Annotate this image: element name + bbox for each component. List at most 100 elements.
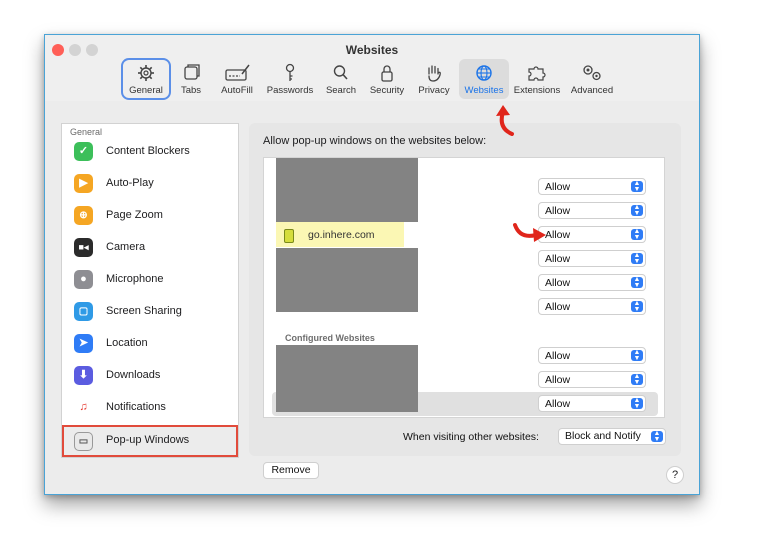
chevron-updown-icon: ▲ ▼ xyxy=(651,430,663,443)
toolbar-extensions[interactable]: Extensions xyxy=(512,59,562,99)
permission-value: Allow xyxy=(545,277,571,289)
toolbar-label: AutoFill xyxy=(221,85,253,96)
toolbar-label: Tabs xyxy=(180,85,202,96)
search-icon xyxy=(333,65,348,80)
sidebar-item-pop-up-windows[interactable]: ▭ Pop-up Windows xyxy=(62,425,238,457)
chevron-updown-icon: ▲ ▼ xyxy=(631,252,643,265)
website-row[interactable]: go.inhere.com Allow ▲ ▼ xyxy=(264,222,664,247)
camera-icon: ■◂ xyxy=(74,238,93,257)
sidebar-item-microphone[interactable]: ● Microphone xyxy=(62,265,238,295)
site-name: go.inhere.com xyxy=(308,229,375,241)
toolbar-tabs[interactable]: Tabs xyxy=(173,59,209,99)
sidebar-item-label: Pop-up Windows xyxy=(106,434,190,446)
toolbar-security[interactable]: Security xyxy=(366,59,408,99)
panel-heading: Allow pop-up windows on the websites bel… xyxy=(263,135,487,147)
help-button[interactable]: ? xyxy=(666,466,684,484)
permission-value: Allow xyxy=(545,253,571,265)
lock-icon xyxy=(381,65,393,82)
other-websites-select[interactable]: Block and Notify ▲ ▼ xyxy=(558,428,666,445)
sidebar-item-camera[interactable]: ■◂ Camera xyxy=(62,233,238,263)
permission-select[interactable]: Allow ▲ ▼ xyxy=(538,250,646,267)
titlebar: Websites General Tabs AutoFill Passwords… xyxy=(45,35,699,101)
sidebar: General ✓ Content Blockers ▶ Auto-Play ⊕… xyxy=(61,123,239,458)
sidebar-item-label: Page Zoom xyxy=(106,209,163,221)
permission-select[interactable]: Allow ▲ ▼ xyxy=(538,371,646,388)
permission-select[interactable]: Allow ▲ ▼ xyxy=(538,298,646,315)
permission-select[interactable]: Allow ▲ ▼ xyxy=(538,274,646,291)
key-icon xyxy=(285,63,295,81)
globe-icon xyxy=(476,65,492,81)
microphone-icon: ● xyxy=(74,270,93,289)
permission-select[interactable]: Allow ▲ ▼ xyxy=(538,178,646,195)
toolbar-passwords[interactable]: Passwords xyxy=(264,59,316,99)
permission-select[interactable]: Allow ▲ ▼ xyxy=(538,395,646,412)
sidebar-item-content-blockers[interactable]: ✓ Content Blockers xyxy=(62,137,238,167)
toolbar-general[interactable]: General xyxy=(121,58,171,100)
permission-value: Allow xyxy=(545,181,571,193)
download-icon: ⬇ xyxy=(74,366,93,385)
permission-select[interactable]: Allow ▲ ▼ xyxy=(538,202,646,219)
redaction-block xyxy=(276,345,418,412)
websites-list: Allow ▲ ▼ Allow ▲ ▼ go.inhere.com Allow ▲ ▼ xyxy=(263,157,665,418)
configured-websites-title: Configured Websites xyxy=(285,333,375,343)
sidebar-item-notifications[interactable]: ♫ Notifications xyxy=(62,393,238,423)
sidebar-item-label: Microphone xyxy=(106,273,164,285)
sidebar-item-downloads[interactable]: ⬇ Downloads xyxy=(62,361,238,391)
sidebar-item-label: Auto-Play xyxy=(106,177,154,189)
permission-value: Allow xyxy=(545,350,571,362)
gear-icon xyxy=(138,65,154,81)
other-websites-label: When visiting other websites: xyxy=(403,431,539,443)
chevron-updown-icon: ▲ ▼ xyxy=(631,276,643,289)
toolbar-label: Extensions xyxy=(513,85,561,96)
main-panel: Allow pop-up windows on the websites bel… xyxy=(249,123,681,479)
sidebar-item-page-zoom[interactable]: ⊕ Page Zoom xyxy=(62,201,238,231)
bell-icon: ♫ xyxy=(74,398,93,417)
chevron-updown-icon: ▲ ▼ xyxy=(631,180,643,193)
chevron-updown-icon: ▲ ▼ xyxy=(631,397,643,410)
toolbar-privacy[interactable]: Privacy xyxy=(414,59,454,99)
redaction-block xyxy=(276,158,418,222)
sidebar-item-label: Notifications xyxy=(106,401,166,413)
annotation-arrow-icon xyxy=(513,223,546,242)
permission-value: Allow xyxy=(545,205,571,217)
sidebar-item-location[interactable]: ➤ Location xyxy=(62,329,238,359)
chevron-updown-icon: ▲ ▼ xyxy=(631,300,643,313)
puzzle-icon xyxy=(528,66,546,81)
preferences-window: Websites General Tabs AutoFill Passwords… xyxy=(44,34,700,495)
toolbar-search[interactable]: Search xyxy=(323,59,359,99)
toolbar-label: Passwords xyxy=(266,85,314,96)
location-icon: ➤ xyxy=(74,334,93,353)
popup-window-icon: ▭ xyxy=(74,432,93,451)
toolbar-label: Privacy xyxy=(418,85,450,96)
autofill-icon xyxy=(225,64,250,81)
permission-value: Allow xyxy=(545,374,571,386)
chevron-updown-icon: ▲ ▼ xyxy=(631,373,643,386)
sidebar-item-label: Camera xyxy=(106,241,146,253)
sidebar-item-label: Content Blockers xyxy=(106,145,190,157)
toolbar-label: Search xyxy=(325,85,357,96)
sidebar-item-auto-play[interactable]: ▶ Auto-Play xyxy=(62,169,238,199)
sidebar-item-screen-sharing[interactable]: ▢ Screen Sharing xyxy=(62,297,238,327)
window-title: Websites xyxy=(345,43,399,57)
permission-select[interactable]: Allow ▲ ▼ xyxy=(538,226,646,243)
toolbar-label: Websites xyxy=(464,85,504,96)
check-icon: ✓ xyxy=(74,142,93,161)
sidebar-header: General xyxy=(70,127,103,137)
toolbar-websites[interactable]: Websites xyxy=(459,59,509,99)
play-icon: ▶ xyxy=(74,174,93,193)
permission-select[interactable]: Allow ▲ ▼ xyxy=(538,347,646,364)
screen-sharing-icon: ▢ xyxy=(74,302,93,321)
remove-button[interactable]: Remove xyxy=(263,462,319,479)
gears-icon xyxy=(583,65,601,81)
toolbar-autofill[interactable]: AutoFill xyxy=(215,59,259,99)
sidebar-item-label: Location xyxy=(106,337,148,349)
permission-value: Allow xyxy=(545,398,571,410)
chevron-updown-icon: ▲ ▼ xyxy=(631,349,643,362)
other-websites-value: Block and Notify xyxy=(565,430,641,442)
favicon-icon xyxy=(284,229,294,243)
toolbar-label: Security xyxy=(369,85,405,96)
toolbar-advanced[interactable]: Advanced xyxy=(567,59,617,99)
sidebar-item-label: Screen Sharing xyxy=(106,305,182,317)
redaction-block xyxy=(276,248,418,312)
chevron-updown-icon: ▲ ▼ xyxy=(631,228,643,241)
